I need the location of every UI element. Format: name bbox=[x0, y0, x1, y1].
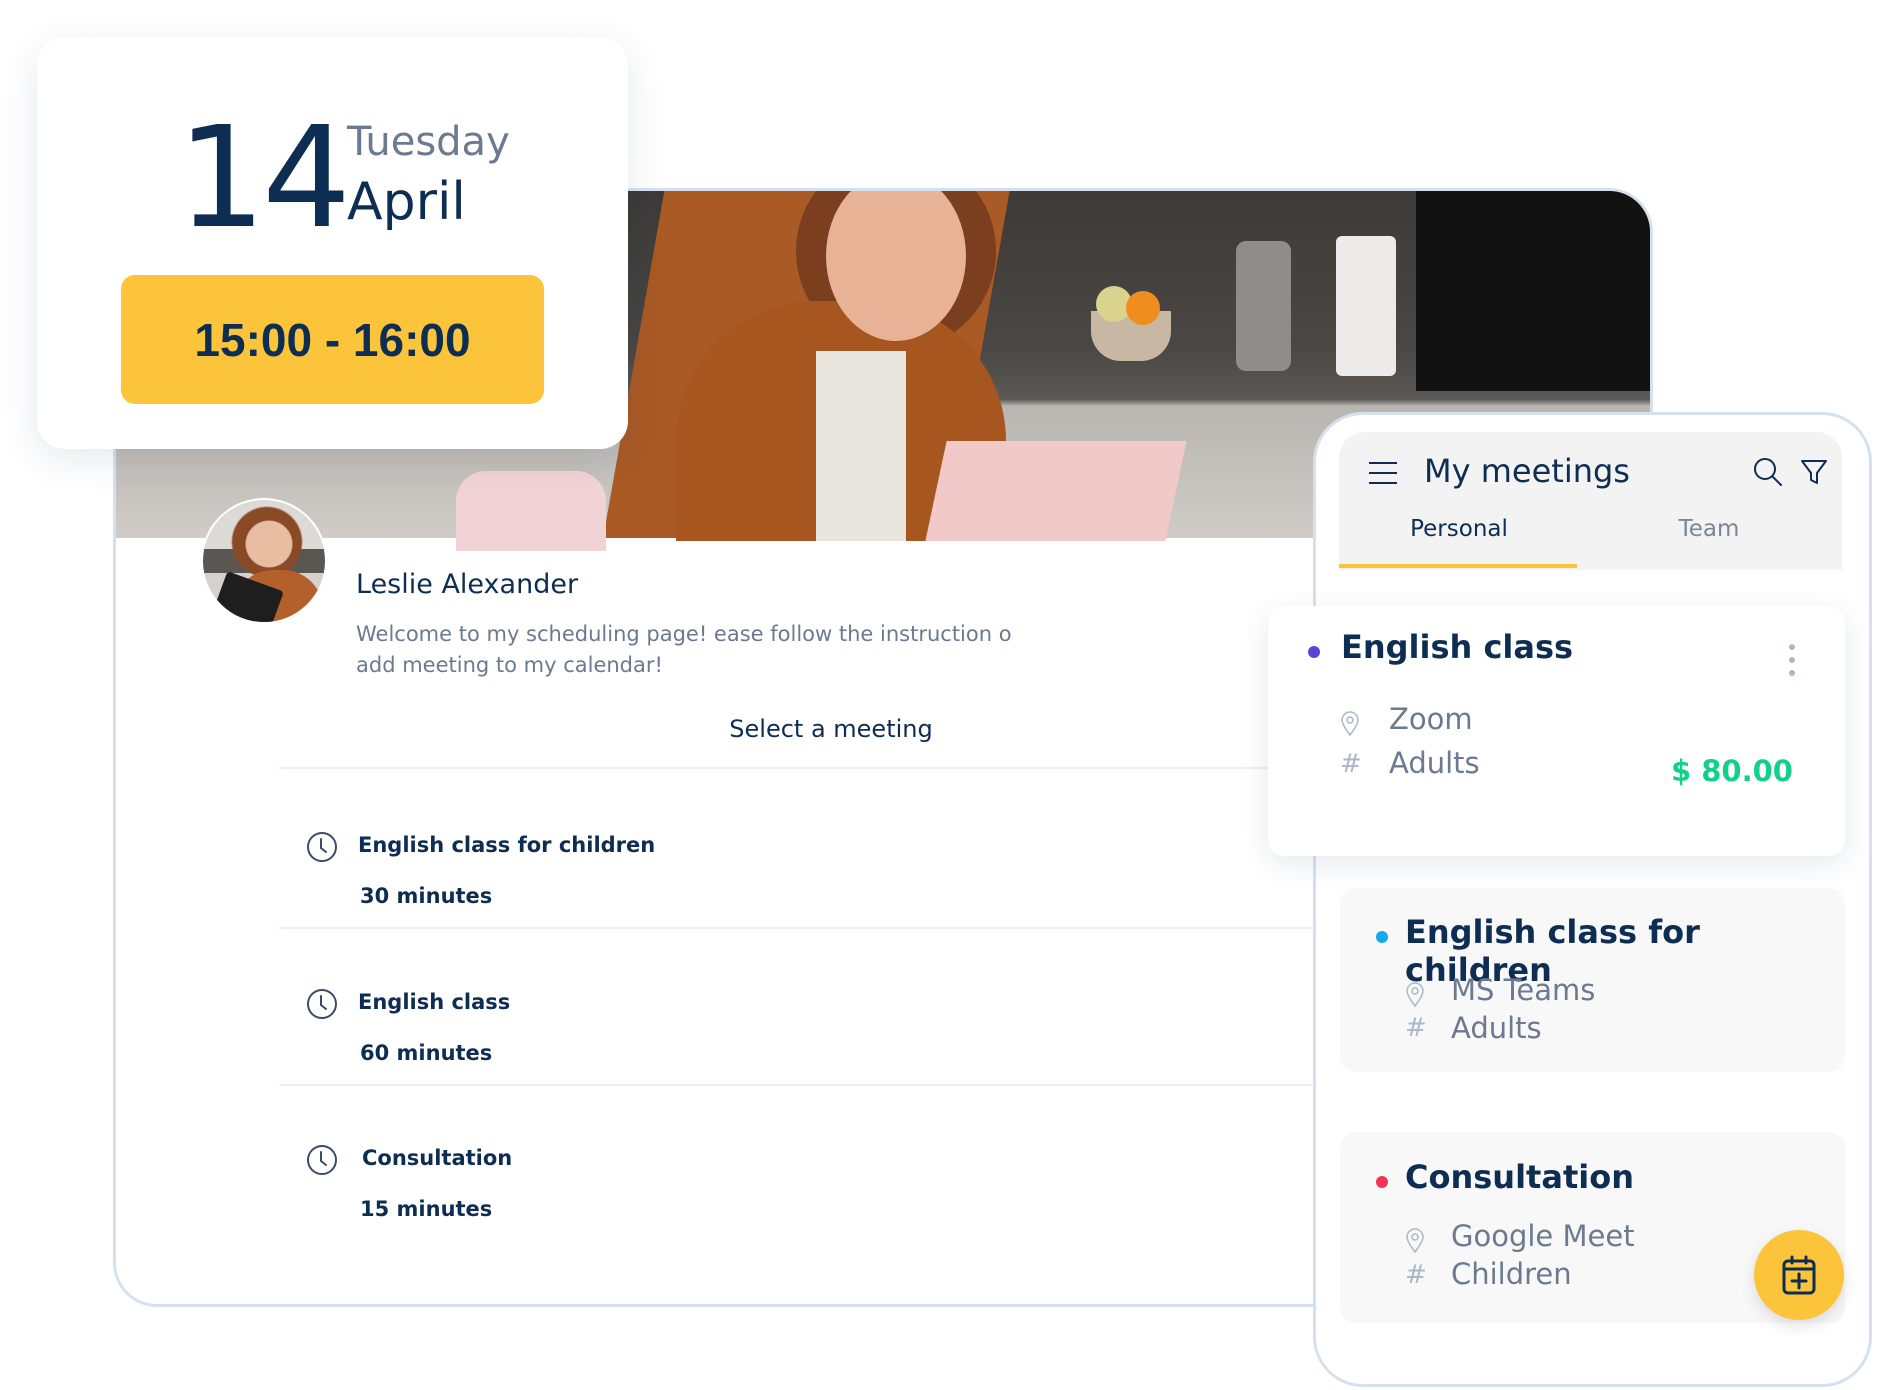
meeting-price: $ 80.00 bbox=[1670, 754, 1793, 788]
location-pin-icon bbox=[1341, 711, 1359, 737]
more-options-icon[interactable] bbox=[1787, 644, 1797, 678]
active-tab-indicator bbox=[1339, 564, 1577, 568]
tab-team[interactable]: Team bbox=[1589, 512, 1829, 568]
avatar bbox=[201, 498, 327, 624]
date-weekday: Tuesday bbox=[347, 119, 510, 165]
status-dot bbox=[1308, 646, 1320, 658]
meeting-title: English class for children bbox=[358, 833, 656, 857]
meeting-location: Google Meet bbox=[1451, 1219, 1635, 1253]
date-card: 14 Tuesday April 15:00 - 16:00 bbox=[37, 37, 628, 449]
tag-icon: # bbox=[1405, 1260, 1427, 1290]
clock-icon bbox=[307, 832, 337, 862]
meeting-duration: 15 minutes bbox=[360, 1197, 493, 1221]
meeting-location: Zoom bbox=[1389, 702, 1473, 736]
clock-icon bbox=[307, 989, 337, 1019]
status-dot bbox=[1376, 1176, 1388, 1188]
profile-name: Leslie Alexander bbox=[356, 569, 579, 600]
location-pin-icon bbox=[1406, 1228, 1424, 1254]
meeting-duration: 30 minutes bbox=[360, 884, 493, 908]
time-slot-button[interactable]: 15:00 - 16:00 bbox=[121, 275, 544, 404]
location-pin-icon bbox=[1406, 982, 1424, 1008]
search-icon[interactable] bbox=[1752, 456, 1784, 488]
meeting-tag: Children bbox=[1451, 1257, 1572, 1291]
tag-icon: # bbox=[1340, 749, 1362, 779]
tab-personal[interactable]: Personal bbox=[1339, 512, 1579, 568]
meeting-tag: Adults bbox=[1451, 1011, 1542, 1045]
meeting-card-title: Consultation bbox=[1405, 1158, 1634, 1196]
meeting-duration: 60 minutes bbox=[360, 1041, 493, 1065]
meeting-card[interactable]: English class for children MS Teams # Ad… bbox=[1340, 888, 1845, 1072]
meeting-location: MS Teams bbox=[1451, 973, 1596, 1007]
meeting-option[interactable]: Consultation 15 minutes bbox=[116, 1144, 1316, 1264]
meeting-card-title: English class bbox=[1341, 628, 1574, 666]
meeting-tag: Adults bbox=[1389, 746, 1480, 780]
add-meeting-button[interactable] bbox=[1754, 1230, 1844, 1320]
meeting-title: Consultation bbox=[362, 1146, 513, 1170]
date-day: 14 bbox=[177, 97, 351, 260]
meeting-title: English class bbox=[358, 990, 511, 1014]
calendar-add-icon bbox=[1782, 1255, 1816, 1295]
filter-icon[interactable] bbox=[1799, 457, 1829, 487]
meeting-option[interactable]: English class 60 minutes bbox=[116, 988, 1316, 1108]
profile-description: Welcome to my scheduling page! ease foll… bbox=[356, 622, 1012, 677]
panel-header: My meetings Personal Team bbox=[1339, 432, 1842, 570]
hamburger-icon[interactable] bbox=[1369, 462, 1397, 486]
date-month: April bbox=[347, 172, 466, 232]
clock-icon bbox=[307, 1145, 337, 1175]
panel-title: My meetings bbox=[1424, 452, 1630, 490]
tag-icon: # bbox=[1405, 1013, 1427, 1043]
meeting-card[interactable]: English class Zoom # Adults $ 80.00 bbox=[1268, 606, 1845, 856]
status-dot bbox=[1376, 931, 1388, 943]
meeting-option[interactable]: English class for children 30 minutes bbox=[116, 831, 1316, 951]
